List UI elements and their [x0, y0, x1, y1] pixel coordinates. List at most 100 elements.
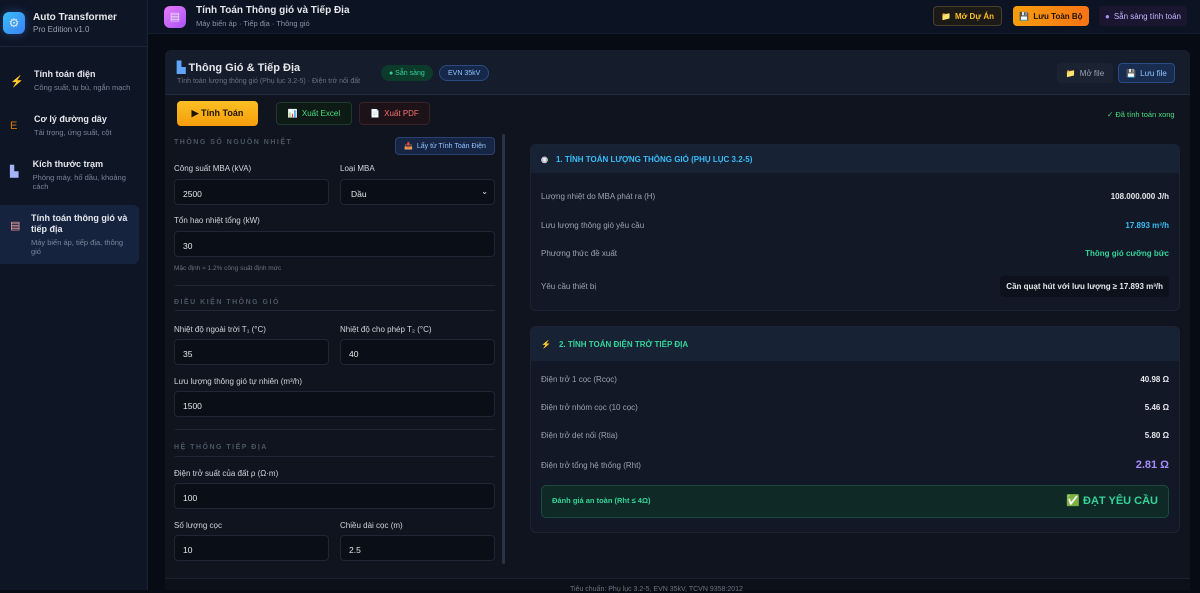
chart-icon: 📊 — [287, 109, 298, 118]
section-ventilation: ĐIỀU KIỆN THÔNG GIÓ — [174, 299, 280, 306]
page-subtitle: Máy biến áp · Tiếp địa · Thông gió — [196, 19, 310, 28]
result-value: 108.000.000 J/h — [1110, 192, 1169, 201]
result-value: Thông gió cưỡng bức — [1085, 249, 1169, 258]
label: Lưu file — [1140, 68, 1167, 78]
result-value: Cần quạt hút với lưu lượng ≥ 17.893 m³/h — [1000, 276, 1169, 297]
grounding-result-card: ⚡ 2. TÍNH TOÁN ĐIỆN TRỞ TIẾP ĐỊA Điện trở… — [530, 326, 1180, 533]
t2-input[interactable]: 40 — [340, 339, 495, 365]
label: Xuất PDF — [384, 109, 419, 118]
result-label: Lượng nhiệt do MBA phát ra (H) — [541, 192, 656, 201]
folder-icon: 📁 — [941, 11, 951, 21]
section-grounding: HỆ THỐNG TIẾP ĐỊA — [174, 444, 268, 451]
clipboard-icon: ▤ — [164, 5, 186, 28]
check-icon: ✅ — [1066, 495, 1080, 507]
scrollbar[interactable] — [502, 134, 505, 564]
sidebar-item-station-size[interactable]: ▙ Kích thước trạm Phòng máy, hố dầu, khoản… — [0, 151, 139, 199]
ventilation-result-card: ◉ 1. TÍNH TOÁN LƯỢNG THÔNG GIÓ (PHỤ LỤC 3… — [530, 144, 1180, 311]
loss-hint: Mặc định ≈ 1.2% công suất định mức — [174, 265, 282, 272]
tower-icon: Ε — [10, 120, 18, 132]
gear-icon: ⚙ — [3, 12, 25, 34]
pile-length-input[interactable]: 2.5 — [340, 535, 495, 561]
export-pdf-button[interactable]: 📄 Xuất PDF — [359, 102, 430, 125]
topbar: ▤ Tính Toán Thông gió và Tiếp Địa Máy biế… — [148, 0, 1200, 34]
divider — [175, 285, 495, 286]
panel-subtitle: Tính toán lượng thông gió (Phụ lục 3.2-5… — [177, 78, 361, 85]
export-excel-button[interactable]: 📊 Xuất Excel — [276, 102, 352, 125]
nav-sub: Phòng máy, hố dầu, khoảng cách — [32, 173, 126, 191]
result-label: Điện trở nhóm cọc (10 cọc) — [541, 403, 638, 412]
sidebar: ⚙ Auto Transformer Pro Edition v1.0 ⚡ Tín… — [0, 0, 148, 590]
save-file-button[interactable]: 💾 Lưu file — [1118, 63, 1175, 83]
pile-count-input[interactable]: 10 — [174, 535, 329, 561]
safety-result-text: ĐẠT YÊU CẦU — [1083, 495, 1158, 507]
clipboard-icon: ▤ — [10, 220, 21, 232]
open-file-button[interactable]: 📁 Mở file — [1057, 63, 1113, 83]
evn-badge: EVN 35kV — [439, 65, 490, 81]
natural-flow-input[interactable]: 1500 — [174, 391, 495, 417]
t1-label: Nhiệt độ ngoài trời T₁ (°C) — [174, 325, 266, 334]
calc-done-status: ✓ Đã tính toán xong — [1107, 110, 1175, 119]
document-icon: 📄 — [370, 109, 381, 118]
page-title: Tính Toán Thông gió và Tiếp Địa — [196, 5, 350, 16]
lightning-icon: ⚡ — [10, 76, 24, 88]
label: Mở Dự Án — [954, 11, 994, 21]
rho-input[interactable]: 100 — [174, 483, 495, 509]
floppy-icon: 💾 — [1019, 11, 1030, 21]
safety-assessment: Đánh giá an toàn (Rht ≤ 4Ω) ✅ ĐẠT YÊU CẦ… — [541, 485, 1169, 518]
floppy-icon: 💾 — [1126, 68, 1137, 78]
nav-sub: Công suất, tụ bù, ngắn mạch — [34, 83, 131, 92]
loss-input[interactable]: 30 — [174, 231, 495, 257]
open-project-button[interactable]: 📁 Mở Dự Án — [933, 6, 1002, 26]
save-all-button[interactable]: 💾 Lưu Toàn Bộ — [1013, 6, 1089, 26]
safety-label: Đánh giá an toàn (Rht ≤ 4Ω) — [552, 496, 651, 505]
fetch-from-electrical-button[interactable]: 📥 Lấy từ Tính Toán Điện — [395, 137, 495, 155]
result-label: Điện trở dẹt nối (Rtia) — [541, 431, 618, 440]
nav-title: Tính toán điện — [34, 69, 96, 79]
app-edition: Pro Edition v1.0 — [33, 25, 90, 34]
natural-flow-label: Lưu lượng thông gió tự nhiên (m³/h) — [174, 377, 303, 386]
folder-icon: 📁 — [1065, 68, 1076, 78]
status-badge: ● Sẵn sàng tính toán — [1099, 6, 1187, 26]
label: Mở file — [1079, 68, 1105, 78]
app-name: Auto Transformer — [33, 12, 117, 23]
label: Lấy từ Tính Toán Điện — [416, 142, 486, 150]
calculate-button[interactable]: ▶ Tính Toán — [177, 101, 258, 126]
total-resistance-value: 2.81 Ω — [1135, 459, 1169, 471]
sidebar-item-electrical[interactable]: ⚡ Tính toán điện Công suất, tụ bù, ngắn mạ… — [0, 61, 139, 100]
t2-label: Nhiệt độ cho phép T₂ (°C) — [340, 325, 432, 334]
panel-title: Thông Gió & Tiếp Địa — [188, 62, 301, 74]
panel-header: ▙ Thông Gió & Tiếp Địa Tính toán lượng t… — [165, 50, 1190, 95]
label: Lưu Toàn Bộ — [1033, 11, 1083, 21]
divider — [175, 429, 495, 430]
type-label: Loại MBA — [340, 164, 375, 173]
nav-title: Kích thước trạm — [32, 159, 104, 169]
section-heat-source: THÔNG SỐ NGUỒN NHIỆT — [174, 139, 293, 146]
sidebar-item-ventilation-grounding[interactable]: ▤ Tính toán thông gió và tiếp địa Máy biến… — [0, 205, 139, 264]
inbox-icon: 📥 — [404, 143, 413, 150]
result-label: Lưu lượng thông gió yêu cầu — [541, 221, 645, 230]
card-title: 2. TÍNH TOÁN ĐIỆN TRỞ TIẾP ĐỊA — [558, 339, 689, 349]
brand: ⚙ Auto Transformer Pro Edition v1.0 — [0, 0, 147, 47]
rho-label: Điện trở suất của đất ρ (Ω·m) — [174, 469, 279, 478]
result-value: 5.80 Ω — [1144, 431, 1169, 440]
result-value: 17.893 m³/h — [1125, 221, 1169, 230]
card-title: 1. TÍNH TOÁN LƯỢNG THÔNG GIÓ (PHỤ LỤC 3.… — [555, 154, 753, 164]
sidebar-item-mechanical[interactable]: Ε Cơ lý đường dây Tải trọng, ứng suất, cột — [0, 106, 139, 145]
result-label: Điện trở 1 cọc (Rcọc) — [541, 375, 617, 384]
result-value: 40.98 Ω — [1140, 375, 1169, 384]
result-label: Yêu cầu thiết bị — [541, 282, 597, 291]
t1-input[interactable]: 35 — [174, 339, 329, 365]
power-input[interactable]: 2500 — [174, 179, 329, 205]
pile-count-label: Số lượng cọc — [174, 521, 222, 530]
dot-icon: ● — [1104, 11, 1110, 21]
nav-sub: Tải trọng, ứng suất, cột — [34, 128, 112, 137]
footer: Tiêu chuẩn: Phụ lục 3.2-5, EVN 35kV, TCV… — [165, 578, 1190, 593]
label: Sẵn sàng tính toán — [1113, 11, 1181, 21]
type-select[interactable]: Dầu ⌄ — [340, 179, 495, 205]
type-value: Dầu — [351, 189, 367, 199]
nav-sub: Máy biến áp, tiếp địa, thông gió — [30, 238, 124, 256]
divider — [175, 456, 495, 457]
fan-icon: ◉ — [541, 154, 548, 164]
pile-length-label: Chiều dài cọc (m) — [340, 521, 403, 530]
label: Xuất Excel — [301, 109, 341, 118]
